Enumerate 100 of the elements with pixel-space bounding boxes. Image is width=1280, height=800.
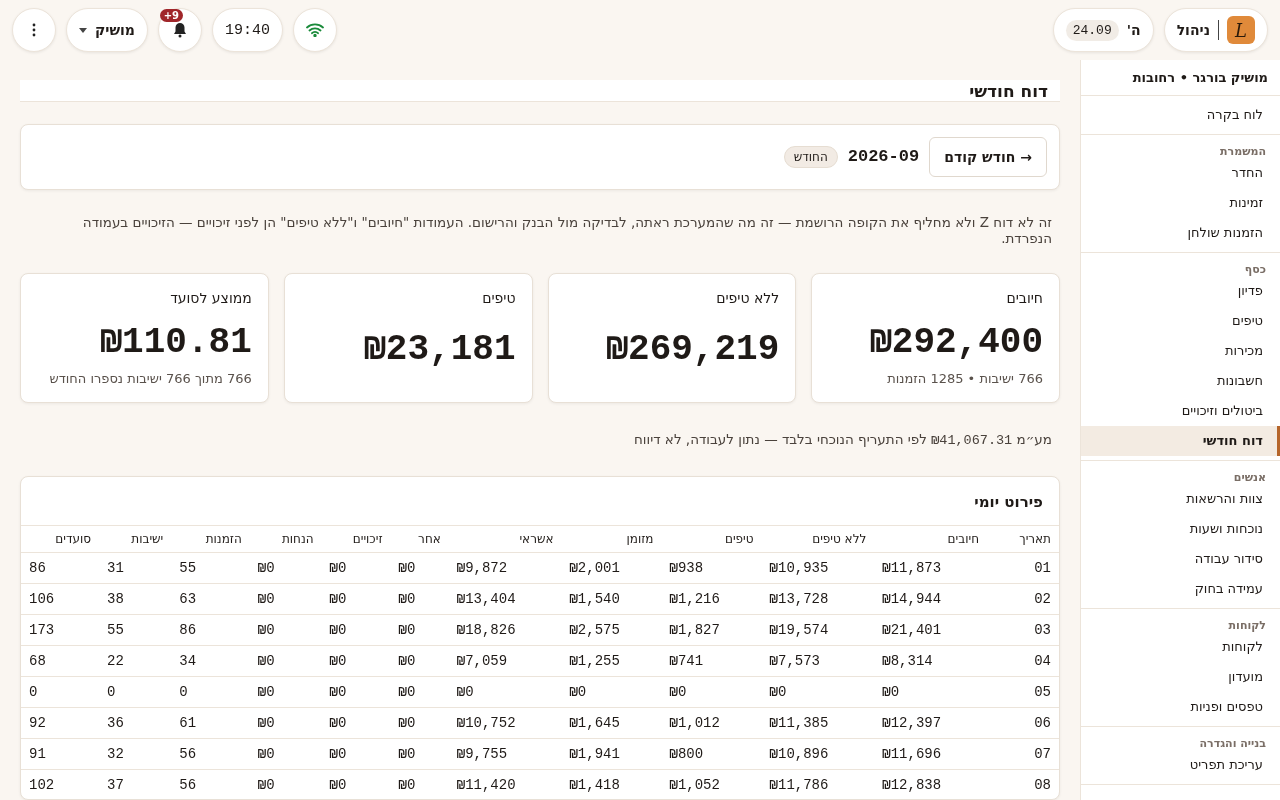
sidebar-item[interactable]: טפסים ופניות	[1081, 692, 1280, 722]
table-cell: ₪0	[249, 738, 322, 770]
sidebar-item[interactable]: דוח חודשי	[1081, 426, 1280, 456]
stat-label: ללא טיפים	[715, 289, 780, 306]
table-cell: 68	[21, 645, 100, 677]
sidebar-heading: לקוחות	[1227, 618, 1267, 632]
table-cell: ₪11,420	[448, 769, 562, 799]
table-cell: 56	[171, 769, 250, 799]
sidebar-item[interactable]: החדר	[1081, 158, 1280, 188]
table-cell: 06	[987, 707, 1059, 739]
sidebar-item[interactable]: מועדון	[1081, 662, 1280, 692]
table-cell: 22	[99, 645, 172, 677]
table-cell: ₪0	[249, 645, 322, 677]
table-cell: ₪18,826	[448, 614, 562, 646]
table-cell: ₪12,838	[874, 769, 987, 799]
sidebar-item[interactable]: פדיון	[1081, 276, 1280, 306]
clock: 19:40	[212, 8, 283, 52]
table-cell: ₪1,418	[561, 769, 662, 799]
sidebar-item[interactable]: עריכת תפריט	[1081, 750, 1280, 780]
sidebar-item[interactable]: ביטולים וזיכויים	[1081, 396, 1280, 426]
notification-badge: +9	[159, 9, 183, 22]
table-cell: 63	[171, 583, 250, 615]
table-cell: ₪0	[390, 769, 449, 799]
user-dropdown[interactable]: מושיק	[66, 8, 148, 52]
sidebar-heading: אנשים	[1232, 470, 1267, 484]
sidebar-item[interactable]: חשבונות	[1081, 366, 1280, 396]
page-title: דוח חודשי	[20, 80, 1060, 102]
bell-icon	[173, 22, 187, 38]
table-cell: ₪0	[321, 769, 391, 799]
table-cell: 173	[21, 614, 100, 646]
column-header: הזמנות	[171, 525, 250, 553]
table-cell: ₪10,896	[761, 738, 875, 770]
table-cell: ₪0	[390, 583, 449, 615]
table-cell: ₪13,404	[448, 583, 562, 615]
table-cell: 102	[21, 769, 100, 799]
sidebar-item[interactable]: עמידה בחוק	[1081, 574, 1280, 604]
table-cell: ₪1,012	[661, 707, 762, 739]
table-cell: ₪0	[249, 614, 322, 646]
sidebar-item[interactable]: לקוחות	[1081, 632, 1280, 662]
column-header: חיובים	[874, 525, 987, 553]
table-cell: 86	[21, 552, 100, 584]
table-cell: 91	[21, 738, 100, 770]
table-title: פירוט יומי	[973, 491, 1044, 513]
table-cell: ₪0	[321, 645, 391, 677]
table-cell: 0	[99, 676, 172, 708]
stat-subtext: 766 ישיבות • 1285 הזמנות	[886, 370, 1043, 386]
table-cell: 106	[21, 583, 100, 615]
logo-icon: L	[1227, 16, 1255, 44]
sidebar-item[interactable]: לוח בקרה	[1081, 100, 1280, 130]
table-cell: ₪9,872	[448, 552, 562, 584]
previous-month-button[interactable]: → חודש קודם	[929, 136, 1047, 177]
table-cell: 38	[99, 583, 172, 615]
table-cell: ₪7,573	[761, 645, 875, 677]
table-cell: 07	[987, 738, 1059, 770]
table-cell: ₪1,827	[661, 614, 762, 646]
table-cell: ₪0	[249, 583, 322, 615]
table-cell: ₪0	[448, 676, 562, 708]
table-cell: 34	[171, 645, 250, 677]
stat-value: ₪110.81	[99, 320, 252, 365]
table-cell: 0	[171, 676, 250, 708]
table-cell: ₪0	[321, 707, 391, 739]
table-cell: ₪2,575	[561, 614, 662, 646]
sidebar-item[interactable]: הזמנות שולחן	[1081, 218, 1280, 248]
table-cell: 37	[99, 769, 172, 799]
table-cell: ₪0	[321, 676, 391, 708]
table-cell: ₪1,255	[561, 645, 662, 677]
table-cell: 0	[21, 676, 100, 708]
column-header: הנחות	[249, 525, 322, 553]
table-cell: ₪0	[321, 738, 391, 770]
table-cell: ₪10,935	[761, 552, 875, 584]
column-header: סועדים	[21, 525, 100, 553]
sidebar-item[interactable]: סידור עבודה	[1081, 544, 1280, 574]
sidebar-heading: המשמרת	[1219, 144, 1267, 158]
table-cell: ₪1,052	[661, 769, 762, 799]
wifi-button[interactable]	[293, 8, 337, 52]
sidebar-item[interactable]: צוות והרשאות	[1081, 484, 1280, 514]
table-cell: ₪0	[661, 676, 762, 708]
sidebar-item[interactable]: טיפים	[1081, 306, 1280, 336]
table-cell: 03	[987, 614, 1059, 646]
table-cell: ₪2,001	[561, 552, 662, 584]
column-header: מזומן	[561, 525, 662, 553]
more-icon	[32, 23, 36, 37]
table-cell: ₪0	[390, 676, 449, 708]
column-header: זיכויים	[321, 525, 391, 553]
column-header: תאריך	[987, 525, 1059, 553]
sidebar-item[interactable]: נוכחות ושעות	[1081, 514, 1280, 544]
sidebar-item[interactable]: זמינות	[1081, 188, 1280, 218]
sidebar-heading: כסף	[1243, 262, 1267, 276]
table-cell: ₪12,397	[874, 707, 987, 739]
table-cell: ₪1,216	[661, 583, 762, 615]
table-cell: 08	[987, 769, 1059, 799]
table-cell: ₪938	[661, 552, 762, 584]
table-cell: ₪0	[249, 552, 322, 584]
table-cell: ₪0	[321, 552, 391, 584]
notifications-button[interactable]: +9	[158, 8, 202, 52]
column-header: אחר	[390, 525, 449, 553]
table-cell: ₪1,645	[561, 707, 662, 739]
column-header: טיפים	[661, 525, 762, 553]
sidebar-item[interactable]: מכירות	[1081, 336, 1280, 366]
table-cell: 86	[171, 614, 250, 646]
